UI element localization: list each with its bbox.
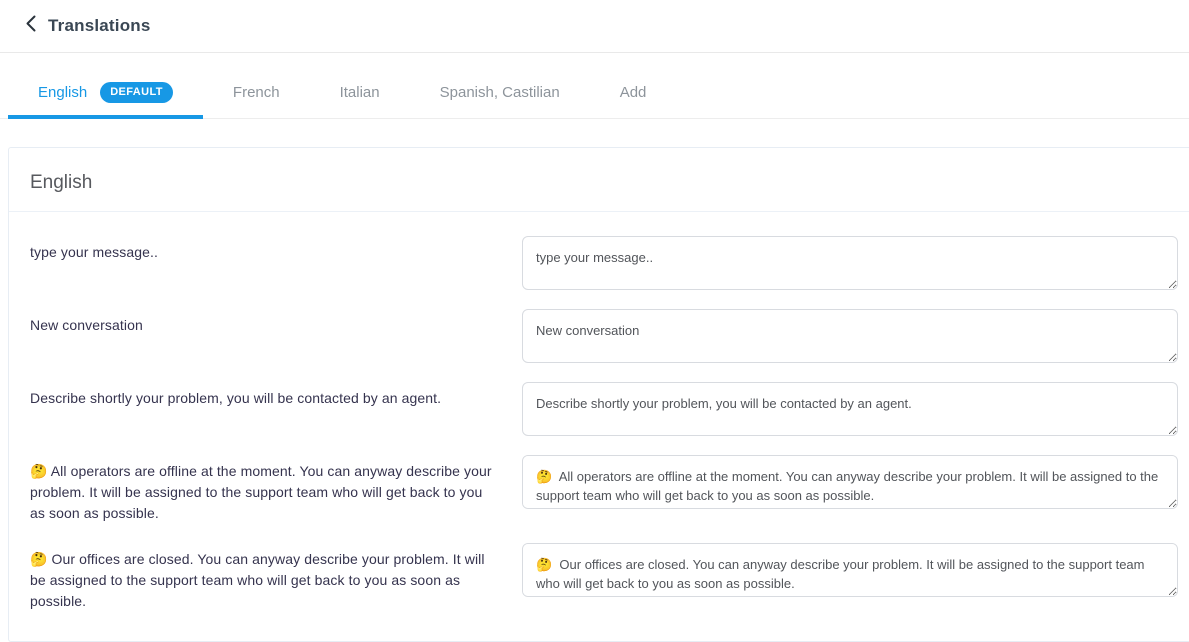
translation-key-label: 🤔 Our offices are closed. You can anyway… [30, 543, 522, 612]
tab-label: Spanish, Castilian [440, 84, 560, 101]
translation-input-type-your-message[interactable]: type your message.. [522, 236, 1178, 290]
tab-label: Italian [340, 84, 380, 101]
translation-input-describe-problem[interactable]: Describe shortly your problem, you will … [522, 382, 1178, 436]
default-badge: DEFAULT [100, 82, 173, 103]
card-header: English [9, 148, 1189, 211]
tab-french[interactable]: French [203, 70, 310, 119]
tab-label: English [38, 84, 87, 101]
tab-italian[interactable]: Italian [310, 70, 410, 119]
translation-row: Describe shortly your problem, you will … [30, 382, 1178, 436]
translation-row: type your message.. type your message.. [30, 236, 1178, 290]
page-header: Translations [0, 0, 1189, 53]
back-button[interactable] [21, 14, 41, 38]
translation-key-label: Describe shortly your problem, you will … [30, 382, 522, 409]
translation-key-label: type your message.. [30, 236, 522, 263]
translation-row: 🤔 Our offices are closed. You can anyway… [30, 543, 1178, 612]
tab-add[interactable]: Add [590, 70, 677, 119]
translation-rows: type your message.. type your message.. … [9, 212, 1189, 641]
translation-row: 🤔 All operators are offline at the momen… [30, 455, 1178, 524]
section-title: English [30, 172, 1160, 194]
translations-card: English type your message.. type your me… [8, 147, 1189, 642]
tab-label: French [233, 84, 280, 101]
tab-english[interactable]: English DEFAULT [8, 70, 203, 119]
language-tabs: English DEFAULT French Italian Spanish, … [0, 70, 1189, 119]
translation-row: New conversation New conversation [30, 309, 1178, 363]
translation-key-label: New conversation [30, 309, 522, 336]
tab-label: Add [620, 84, 647, 101]
page-title: Translations [48, 16, 151, 36]
translation-key-label: 🤔 All operators are offline at the momen… [30, 455, 522, 524]
translation-input-operators-offline[interactable]: 🤔 All operators are offline at the momen… [522, 455, 1178, 509]
chevron-left-icon [26, 15, 36, 37]
tab-spanish-castilian[interactable]: Spanish, Castilian [410, 70, 590, 119]
translation-input-offices-closed[interactable]: 🤔 Our offices are closed. You can anyway… [522, 543, 1178, 597]
translation-input-new-conversation[interactable]: New conversation [522, 309, 1178, 363]
